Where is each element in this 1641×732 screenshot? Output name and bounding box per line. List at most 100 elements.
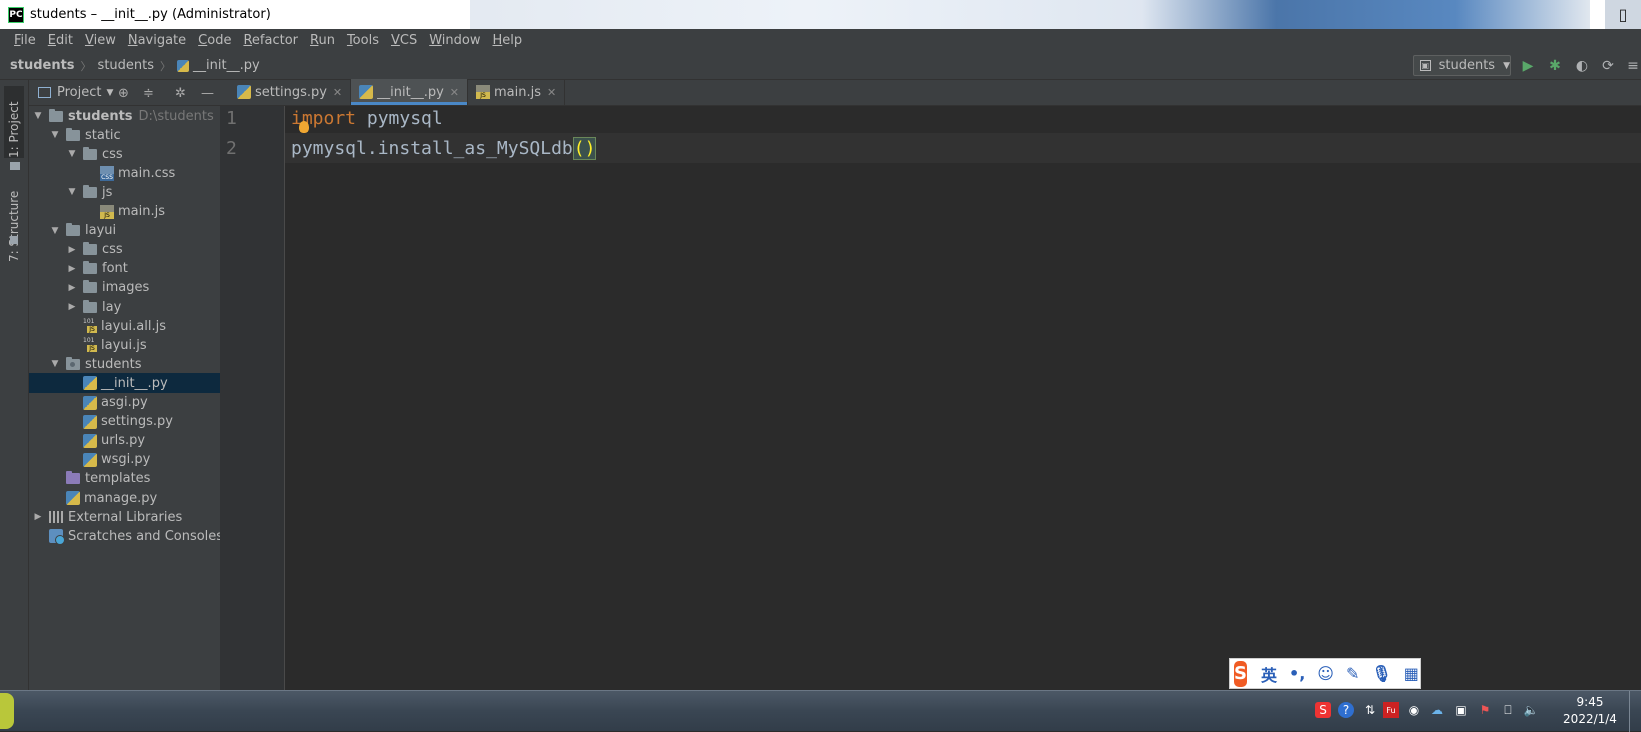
image-app-icon[interactable]: ▣ xyxy=(1453,702,1469,718)
ime-toolbar: S 英 •, ☺ ✎ 🎙 ▦ xyxy=(1229,658,1421,689)
code-line-2[interactable]: pymysql.install_as_MySQLdb() xyxy=(291,137,597,160)
tool-tab-project[interactable]: 1: Project xyxy=(4,86,24,158)
debug-icon[interactable]: ✱ xyxy=(1546,57,1564,75)
chevron-down-icon[interactable]: ▼ xyxy=(106,88,113,98)
tree-item[interactable]: templates xyxy=(29,469,229,489)
collapse-arrow-icon[interactable]: ▶ xyxy=(67,245,77,255)
collapse-arrow-icon[interactable]: ▶ xyxy=(67,302,77,312)
tree-item[interactable]: settings.py xyxy=(29,412,229,432)
grid-menu-icon[interactable]: ▦ xyxy=(1404,664,1419,683)
system-clock[interactable]: 9:45 2022/1/4 xyxy=(1555,694,1625,728)
menu-tools[interactable]: Tools xyxy=(341,33,385,48)
collapse-arrow-icon[interactable]: ▶ xyxy=(67,283,77,293)
tool-tab-structure[interactable]: 7: Structure xyxy=(4,176,24,262)
start-button[interactable] xyxy=(0,693,14,729)
locate-target-icon[interactable]: ⊕ xyxy=(118,86,129,101)
tree-item[interactable]: ▼ static xyxy=(29,125,229,145)
tree-item[interactable]: ▼ students xyxy=(29,354,229,374)
window-control-button[interactable]: ▯ xyxy=(1605,0,1641,29)
tree-item[interactable]: ▶ External Libraries xyxy=(29,507,229,527)
show-desktop-button[interactable] xyxy=(1629,691,1641,732)
sogou-tray-icon[interactable]: S xyxy=(1315,702,1331,718)
pen-icon[interactable]: ✎ xyxy=(1346,664,1359,683)
tree-item[interactable]: ▼ students D:\students xyxy=(29,106,229,126)
code-line-1[interactable]: import pymysql xyxy=(291,108,443,129)
tree-item[interactable]: main.js xyxy=(29,202,229,222)
breadcrumb-file[interactable]: __init__.py xyxy=(193,58,260,73)
tree-item[interactable]: manage.py xyxy=(29,488,229,508)
menu-view[interactable]: View xyxy=(79,33,122,48)
coverage-icon[interactable]: ◐ xyxy=(1573,57,1591,75)
tree-item[interactable]: ▼ layui xyxy=(29,221,229,241)
tree-item[interactable]: ▶ css xyxy=(29,240,229,260)
sogou-logo-icon[interactable]: S xyxy=(1234,660,1247,687)
emoji-icon[interactable]: ☺ xyxy=(1317,664,1334,683)
editor-tab[interactable]: main.js ✕ xyxy=(468,79,566,105)
editor-tab[interactable]: __init__.py ✕ xyxy=(351,79,468,105)
breadcrumb-project[interactable]: students xyxy=(10,58,75,73)
ime-language-toggle[interactable]: 英 xyxy=(1261,662,1277,686)
tree-item[interactable]: ▶ lay xyxy=(29,297,229,317)
microphone-icon[interactable]: 🎙 xyxy=(1371,664,1391,683)
close-icon[interactable]: ✕ xyxy=(450,86,459,99)
menu-label-rest: ode xyxy=(207,33,232,48)
cloud-icon[interactable]: ☁ xyxy=(1429,702,1445,718)
gear-icon[interactable]: ✲ xyxy=(175,86,186,101)
tree-item[interactable]: layui.js xyxy=(29,335,229,355)
menu-file[interactable]: File xyxy=(8,33,42,48)
more-actions-icon[interactable]: ≡ xyxy=(1624,57,1641,75)
ime-punctuation-toggle[interactable]: •, xyxy=(1289,664,1305,683)
network-icon[interactable]: ⎕ xyxy=(1500,702,1516,718)
tree-item[interactable]: ▼ css xyxy=(29,144,229,164)
expand-arrow-icon[interactable]: ▼ xyxy=(50,359,60,369)
breadcrumb-folder[interactable]: students xyxy=(98,58,154,73)
editor-tab[interactable]: settings.py ✕ xyxy=(229,79,352,105)
menu-refactor[interactable]: Refactor xyxy=(237,33,304,48)
tree-item[interactable]: ▶ images xyxy=(29,278,229,298)
tree-item-path-hint: D:\students xyxy=(138,108,214,124)
menu-edit[interactable]: Edit xyxy=(42,33,79,48)
menu-help[interactable]: Help xyxy=(487,33,529,48)
app-tray-icon[interactable]: Fu xyxy=(1383,702,1399,718)
expand-arrow-icon[interactable]: ▼ xyxy=(50,130,60,140)
project-view-select[interactable]: Project xyxy=(57,85,101,100)
profile-icon[interactable]: ⟳ xyxy=(1599,57,1617,75)
expand-arrow-icon[interactable]: ▼ xyxy=(33,111,43,121)
close-icon[interactable]: ✕ xyxy=(333,86,342,99)
tree-item[interactable]: ▶ font xyxy=(29,259,229,279)
expand-arrow-icon[interactable]: ▼ xyxy=(67,149,77,159)
tree-item[interactable]: __init__.py xyxy=(29,373,229,394)
hide-panel-icon[interactable]: — xyxy=(201,86,214,101)
tree-item[interactable]: asgi.py xyxy=(29,393,229,413)
collapse-all-icon[interactable]: ≑ xyxy=(143,86,154,101)
lightbulb-icon[interactable] xyxy=(299,121,309,133)
volume-icon[interactable]: 🔈 xyxy=(1523,702,1539,718)
menu-run[interactable]: Run xyxy=(304,33,341,48)
help-icon[interactable]: ? xyxy=(1338,702,1354,718)
close-icon[interactable]: ✕ xyxy=(547,86,556,99)
tree-item[interactable]: main.css xyxy=(29,163,229,183)
collapse-arrow-icon[interactable]: ▶ xyxy=(33,512,43,522)
menu-vcs[interactable]: VCS xyxy=(385,33,423,48)
tree-item[interactable]: wsgi.py xyxy=(29,450,229,470)
run-configuration-select[interactable]: ▣ students ▼ xyxy=(1413,55,1511,76)
arrow-icon[interactable]: ⇅ xyxy=(1362,702,1378,718)
tree-item[interactable]: Scratches and Consoles xyxy=(29,526,229,546)
menu-window[interactable]: Window xyxy=(423,33,486,48)
collapse-arrow-icon[interactable]: ▶ xyxy=(67,264,77,274)
run-icon[interactable]: ▶ xyxy=(1519,57,1537,75)
tree-item-label: manage.py xyxy=(84,490,158,506)
tree-item[interactable]: ▼ js xyxy=(29,182,229,202)
code-editor[interactable]: import pymysql pymysql.install_as_MySQLd… xyxy=(285,106,1641,690)
expand-arrow-icon[interactable]: ▼ xyxy=(50,226,60,236)
qq-icon[interactable]: ◉ xyxy=(1406,702,1422,718)
tree-item[interactable]: urls.py xyxy=(29,431,229,451)
menu-label-rest: efactor xyxy=(251,33,298,48)
expand-arrow-icon[interactable]: ▼ xyxy=(67,187,77,197)
menu-code[interactable]: Code xyxy=(192,33,237,48)
menu-navigate[interactable]: Navigate xyxy=(122,33,192,48)
folder-icon xyxy=(66,223,80,237)
tree-item-label: layui xyxy=(85,223,117,239)
tree-item[interactable]: layui.all.js xyxy=(29,316,229,336)
flag-icon[interactable]: ⚑ xyxy=(1477,702,1493,718)
